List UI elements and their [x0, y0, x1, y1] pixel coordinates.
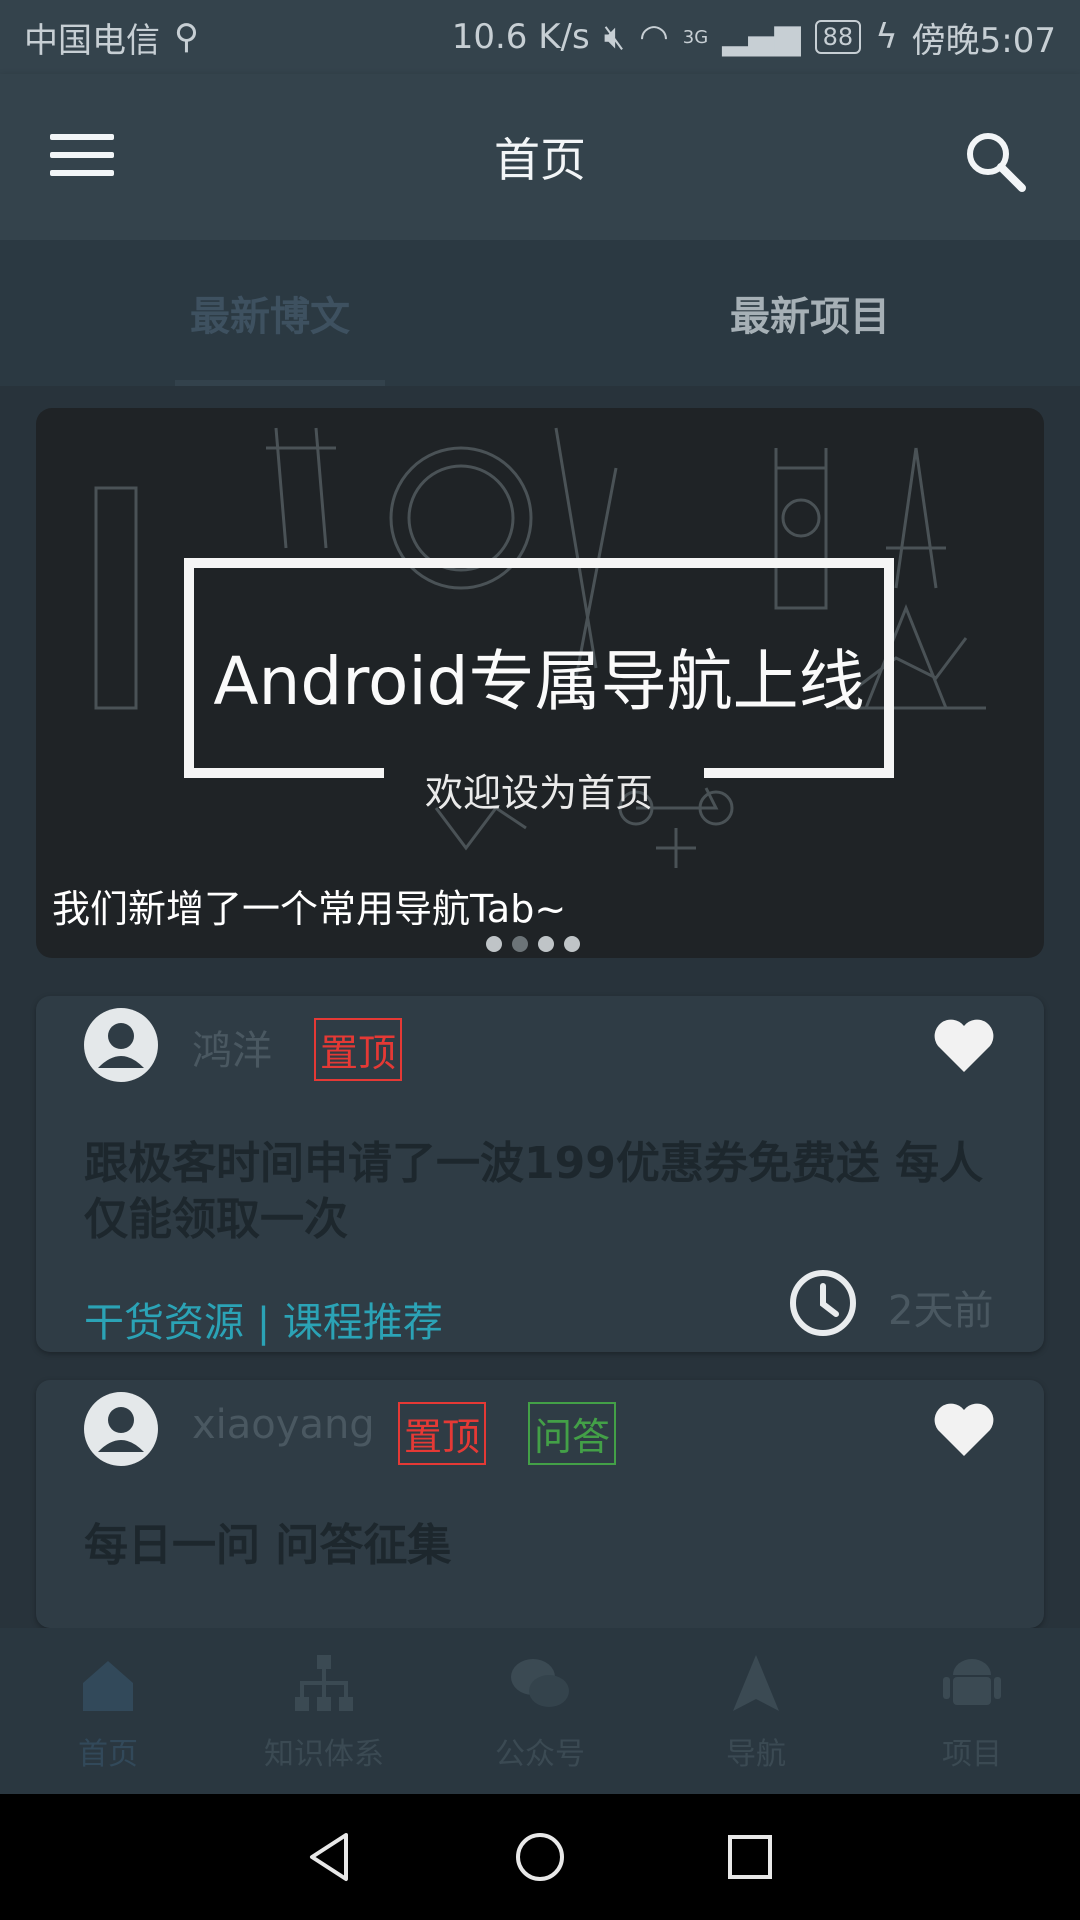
author-name: 鸿洋 — [192, 1028, 272, 1074]
nav-projects[interactable]: 项目 — [864, 1628, 1080, 1794]
navigation-icon — [733, 1655, 779, 1711]
home-icon — [83, 1661, 133, 1711]
system-navigation-bar — [0, 1794, 1080, 1920]
bottom-navigation: 首页 知识体系 公众号 导航 项目 — [0, 1628, 1080, 1794]
tab-label: 最新博文 — [190, 294, 350, 340]
banner-carousel[interactable]: Android专属导航上线 欢迎设为首页 我们新增了一个常用导航Tab~ — [36, 408, 1044, 958]
nav-home[interactable]: 首页 — [0, 1628, 216, 1794]
banner-subtitle: 欢迎设为首页 — [424, 771, 653, 815]
carousel-dot[interactable] — [538, 936, 554, 952]
nav-knowledge-system[interactable]: 知识体系 — [216, 1628, 432, 1794]
status-bar: 中国电信 ⚲ 10.6 K/s 🔇︎ ◠ 3G ▂▄▆ 88 ϟ 傍晚5:07 — [0, 0, 1080, 74]
article-chapter[interactable]: 干货资源 | 课程推荐 — [84, 1290, 443, 1348]
avatar[interactable] — [84, 1008, 158, 1082]
network-speed: 10.6 K/s — [451, 17, 590, 57]
nav-label: 知识体系 — [264, 1737, 384, 1772]
tab-latest-posts[interactable]: 最新博文 — [0, 240, 540, 386]
tag-qa: 问答 — [528, 1402, 617, 1465]
carousel-dot[interactable] — [486, 936, 502, 952]
article-card[interactable]: 鸿洋 置顶 跟极客时间申请了一波199优惠券免费送 每人仅能领取一次 干货资源 … — [36, 996, 1044, 1352]
carrier-label: 中国电信 — [24, 20, 160, 61]
signal-icon: ▂▄▆ — [722, 17, 801, 57]
nav-label: 项目 — [942, 1737, 1002, 1772]
clock-icon — [790, 1270, 856, 1336]
nav-label: 首页 — [78, 1737, 138, 1772]
network-type: 3G — [682, 26, 709, 48]
article-card[interactable]: xiaoyang 置顶 问答 每日一问 问答征集 — [36, 1380, 1044, 1628]
home-button-icon[interactable] — [510, 1827, 570, 1887]
toolbar: 首页 — [0, 74, 1080, 240]
avatar[interactable] — [84, 1392, 158, 1466]
clock-time: 傍晚5:07 — [911, 20, 1056, 61]
usb-icon: ⚲ — [174, 17, 199, 57]
tab-latest-projects[interactable]: 最新项目 — [540, 240, 1080, 386]
charging-icon: ϟ — [875, 17, 898, 57]
mute-icon: 🔇︎ — [603, 17, 626, 57]
android-icon — [943, 1659, 1001, 1705]
tag-pinned: 置顶 — [314, 1018, 403, 1081]
heart-icon[interactable] — [932, 1016, 996, 1074]
battery-level: 88 — [814, 20, 862, 54]
tab-label: 最新项目 — [730, 294, 890, 340]
menu-icon[interactable] — [50, 134, 114, 182]
page-title: 首页 — [494, 133, 586, 187]
heart-icon[interactable] — [932, 1400, 996, 1458]
carousel-indicator — [486, 936, 580, 952]
author-name: xiaoyang — [192, 1402, 375, 1448]
back-icon[interactable] — [300, 1827, 360, 1887]
wifi-icon: ◠ — [639, 17, 669, 57]
chat-icon — [511, 1659, 569, 1707]
nav-label: 公众号 — [495, 1737, 585, 1772]
nav-label: 导航 — [726, 1737, 786, 1772]
tab-bar: 最新博文 最新项目 — [0, 240, 1080, 386]
banner-headline: Android专属导航上线 — [213, 643, 865, 720]
nav-navigation[interactable]: 导航 — [648, 1628, 864, 1794]
article-title: 每日一问 问答征集 — [84, 1520, 452, 1571]
tag-pinned: 置顶 — [398, 1402, 487, 1465]
recents-icon[interactable] — [720, 1827, 780, 1887]
banner-caption: 我们新增了一个常用导航Tab~ — [52, 887, 567, 931]
article-title: 跟极客时间申请了一波199优惠券免费送 每人仅能领取一次 — [84, 1138, 984, 1245]
hierarchy-icon — [295, 1655, 353, 1711]
carousel-dot[interactable] — [564, 936, 580, 952]
nav-official-accounts[interactable]: 公众号 — [432, 1628, 648, 1794]
article-time: 2天前 — [888, 1288, 994, 1334]
search-icon[interactable] — [960, 126, 1030, 196]
carousel-dot[interactable] — [512, 936, 528, 952]
